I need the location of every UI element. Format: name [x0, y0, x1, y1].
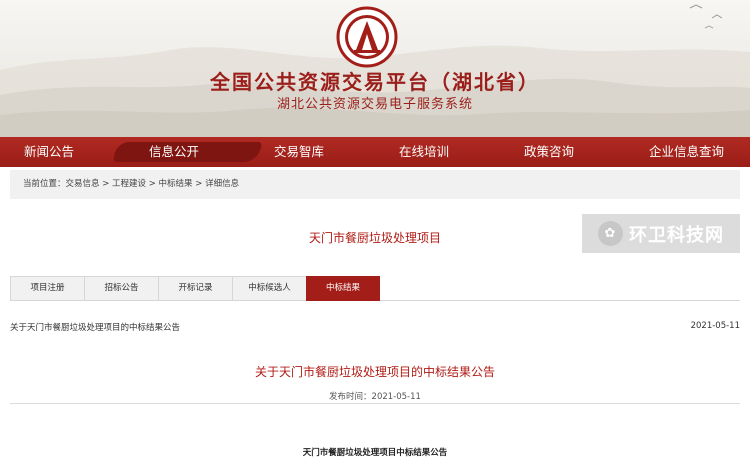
nav-item-info-disclosure[interactable]: 信息公开 [125, 137, 250, 167]
platform-subtitle: 湖北公共资源交易电子服务系统 [276, 97, 473, 112]
tab-bid-opening-record[interactable]: 开标记录 [158, 276, 232, 301]
nav-item-online-training[interactable]: 在线培训 [375, 137, 500, 167]
tab-winning-result[interactable]: 中标结果 [306, 276, 380, 301]
nav-item-label: 政策咨询 [524, 144, 575, 159]
watermark: ✿ 环卫科技网 [582, 214, 740, 253]
project-tabs: 项目注册 招标公告 开标记录 中标候选人 中标结果 [10, 276, 740, 301]
nav-item-news[interactable]: 新闻公告 [0, 137, 125, 167]
list-item[interactable]: 关于天门市餐厨垃圾处理项目的中标结果公告 2021-05-11 [10, 321, 740, 333]
tab-winning-candidates[interactable]: 中标候选人 [232, 276, 306, 301]
notice-title-link[interactable]: 关于天门市餐厨垃圾处理项目的中标结果公告 [10, 323, 180, 333]
nav-item-label: 新闻公告 [24, 144, 75, 159]
notice-date: 2021-05-11 [690, 321, 740, 331]
nav-item-company-query[interactable]: 企业信息查询 [625, 137, 750, 167]
header-banner: 全国公共资源交易平台（湖北省） 湖北公共资源交易电子服务系统 [0, 0, 750, 137]
nav-item-label: 信息公开 [149, 144, 200, 159]
publish-time: 发布时间：2021-05-11 [329, 392, 421, 402]
nav-item-label: 交易智库 [274, 144, 325, 159]
main-nav: 新闻公告 信息公开 交易智库 在线培训 政策咨询 企业信息查询 [0, 137, 750, 167]
leaf-icon: ✿ [598, 221, 623, 246]
nav-item-policy[interactable]: 政策咨询 [500, 137, 625, 167]
emblem-logo [336, 6, 398, 68]
platform-title: 全国公共资源交易平台（湖北省） [210, 70, 540, 94]
tab-project-registration[interactable]: 项目注册 [10, 276, 84, 301]
divider [10, 403, 740, 404]
nav-item-label: 在线培训 [399, 144, 450, 159]
nav-item-label: 企业信息查询 [649, 144, 725, 159]
document-title: 天门市餐厨垃圾处理项目中标结果公告 [302, 448, 448, 458]
watermark-text: 环卫科技网 [629, 224, 724, 246]
nav-item-trade-library[interactable]: 交易智库 [250, 137, 375, 167]
announcement-title: 关于天门市餐厨垃圾处理项目的中标结果公告 [254, 365, 495, 379]
tab-tender-notice[interactable]: 招标公告 [84, 276, 158, 301]
breadcrumb: 当前位置：交易信息 > 工程建设 > 中标结果 > 详细信息 [10, 170, 740, 199]
